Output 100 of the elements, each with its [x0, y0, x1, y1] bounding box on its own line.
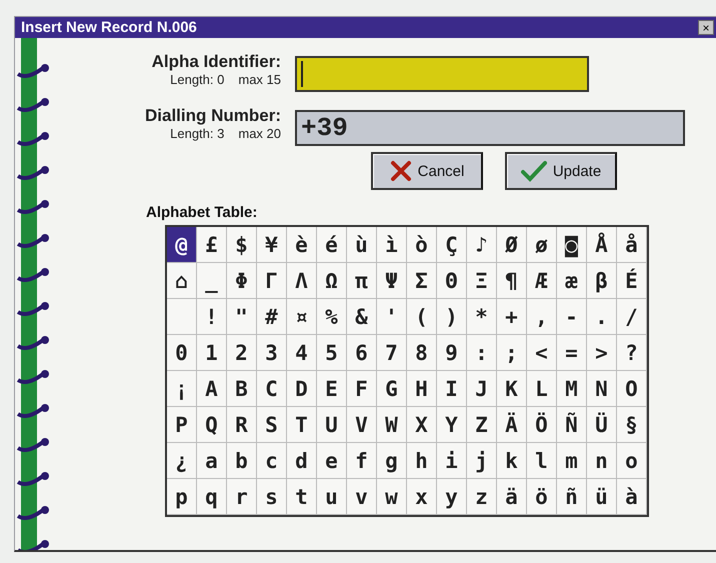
character-cell[interactable]: s: [257, 479, 287, 515]
character-cell[interactable]: Ñ: [557, 407, 587, 443]
character-cell[interactable]: Ξ: [467, 263, 497, 299]
character-cell[interactable]: ö: [527, 479, 557, 515]
character-cell[interactable]: H: [407, 371, 437, 407]
character-cell[interactable]: 9: [437, 335, 467, 371]
character-cell[interactable]: O: [617, 371, 647, 407]
character-cell[interactable]: L: [527, 371, 557, 407]
character-cell[interactable]: Λ: [287, 263, 317, 299]
character-cell[interactable]: (: [407, 299, 437, 335]
character-cell[interactable]: o: [617, 443, 647, 479]
character-cell[interactable]: ◙: [557, 227, 587, 263]
character-cell[interactable]: è: [287, 227, 317, 263]
character-cell[interactable]: Y: [437, 407, 467, 443]
character-cell[interactable]: £: [197, 227, 227, 263]
character-cell[interactable]: ": [227, 299, 257, 335]
character-cell[interactable]: _: [197, 263, 227, 299]
character-cell[interactable]: Ö: [527, 407, 557, 443]
character-cell[interactable]: æ: [557, 263, 587, 299]
character-cell[interactable]: Γ: [257, 263, 287, 299]
character-cell[interactable]: Ä: [497, 407, 527, 443]
character-cell[interactable]: a: [197, 443, 227, 479]
character-cell[interactable]: y: [437, 479, 467, 515]
character-cell[interactable]: ¿: [167, 443, 197, 479]
character-cell[interactable]: :: [467, 335, 497, 371]
character-cell[interactable]: 7: [377, 335, 407, 371]
character-cell[interactable]: r: [227, 479, 257, 515]
character-cell[interactable]: Φ: [227, 263, 257, 299]
character-cell[interactable]: h: [407, 443, 437, 479]
character-cell[interactable]: 5: [317, 335, 347, 371]
character-cell[interactable]: Ü: [587, 407, 617, 443]
character-cell[interactable]: >: [587, 335, 617, 371]
character-cell[interactable]: q: [197, 479, 227, 515]
input-field[interactable]: +39: [295, 110, 685, 146]
character-cell[interactable]: π: [347, 263, 377, 299]
character-cell[interactable]: K: [497, 371, 527, 407]
character-cell[interactable]: 8: [407, 335, 437, 371]
character-cell[interactable]: b: [227, 443, 257, 479]
character-cell[interactable]: 0: [167, 335, 197, 371]
character-cell[interactable]: W: [377, 407, 407, 443]
character-cell[interactable]: ä: [497, 479, 527, 515]
character-cell[interactable]: M: [557, 371, 587, 407]
character-cell[interactable]: %: [317, 299, 347, 335]
character-cell[interactable]: ⌂: [167, 263, 197, 299]
character-cell[interactable]: [167, 299, 197, 335]
character-cell[interactable]: N: [587, 371, 617, 407]
character-cell[interactable]: β: [587, 263, 617, 299]
character-cell[interactable]: J: [467, 371, 497, 407]
character-cell[interactable]: n: [587, 443, 617, 479]
character-cell[interactable]: 1: [197, 335, 227, 371]
character-cell[interactable]: <: [527, 335, 557, 371]
character-cell[interactable]: E: [317, 371, 347, 407]
character-cell[interactable]: F: [347, 371, 377, 407]
character-cell[interactable]: -: [557, 299, 587, 335]
character-cell[interactable]: Æ: [527, 263, 557, 299]
character-cell[interactable]: v: [347, 479, 377, 515]
character-cell[interactable]: é: [317, 227, 347, 263]
character-cell[interactable]: g: [377, 443, 407, 479]
character-cell[interactable]: 2: [227, 335, 257, 371]
character-cell[interactable]: 3: [257, 335, 287, 371]
character-cell[interactable]: å: [617, 227, 647, 263]
character-cell[interactable]: P: [167, 407, 197, 443]
character-cell[interactable]: !: [197, 299, 227, 335]
character-cell[interactable]: R: [227, 407, 257, 443]
character-cell[interactable]: ¥: [257, 227, 287, 263]
character-cell[interactable]: Å: [587, 227, 617, 263]
character-cell[interactable]: f: [347, 443, 377, 479]
character-cell[interactable]: .: [587, 299, 617, 335]
character-cell[interactable]: Σ: [407, 263, 437, 299]
character-cell[interactable]: 4: [287, 335, 317, 371]
character-cell[interactable]: Z: [467, 407, 497, 443]
character-cell[interactable]: l: [527, 443, 557, 479]
character-cell[interactable]: ;: [497, 335, 527, 371]
character-cell[interactable]: ?: [617, 335, 647, 371]
character-cell[interactable]: c: [257, 443, 287, 479]
character-cell[interactable]: C: [257, 371, 287, 407]
character-cell[interactable]: x: [407, 479, 437, 515]
cancel-button[interactable]: Cancel: [371, 152, 483, 190]
character-cell[interactable]: ì: [377, 227, 407, 263]
character-cell[interactable]: Ø: [497, 227, 527, 263]
character-cell[interactable]: ü: [587, 479, 617, 515]
character-cell[interactable]: ,: [527, 299, 557, 335]
character-cell[interactable]: w: [377, 479, 407, 515]
character-cell[interactable]: 6: [347, 335, 377, 371]
character-cell[interactable]: É: [617, 263, 647, 299]
character-cell[interactable]: B: [227, 371, 257, 407]
character-cell[interactable]: j: [467, 443, 497, 479]
character-cell[interactable]: S: [257, 407, 287, 443]
character-cell[interactable]: U: [317, 407, 347, 443]
character-cell[interactable]: =: [557, 335, 587, 371]
character-cell[interactable]: /: [617, 299, 647, 335]
character-cell[interactable]: Ç: [437, 227, 467, 263]
character-cell[interactable]: k: [497, 443, 527, 479]
character-cell[interactable]: Ω: [317, 263, 347, 299]
character-cell[interactable]: #: [257, 299, 287, 335]
character-cell[interactable]: *: [467, 299, 497, 335]
character-cell[interactable]: Θ: [437, 263, 467, 299]
character-cell[interactable]: p: [167, 479, 197, 515]
character-cell[interactable]: $: [227, 227, 257, 263]
character-cell[interactable]: I: [437, 371, 467, 407]
